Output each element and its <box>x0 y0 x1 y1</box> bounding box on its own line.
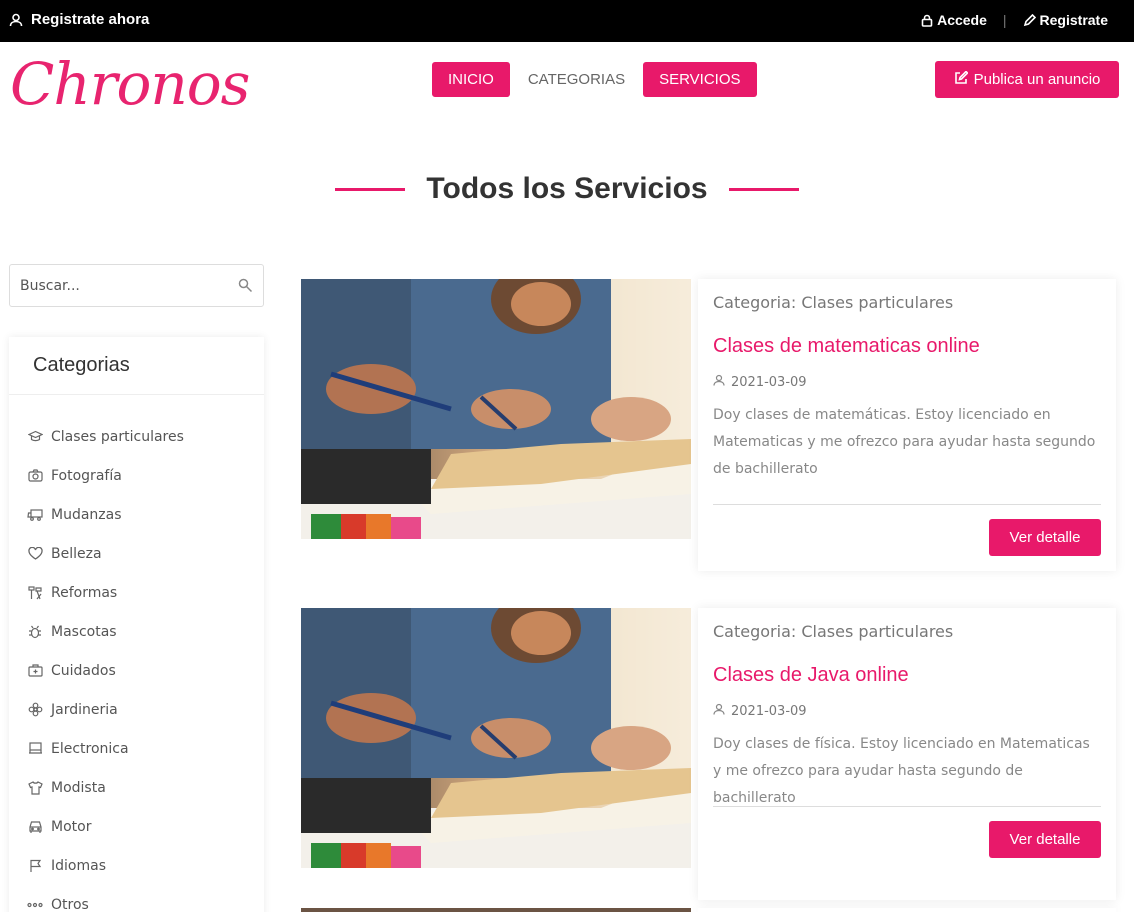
category-label: Belleza <box>51 545 102 562</box>
nav-servicios[interactable]: SERVICIOS <box>643 62 757 97</box>
category-electronica[interactable]: Electronica <box>9 729 264 768</box>
service-description: Doy clases de física. Estoy licenciado e… <box>713 736 1090 806</box>
top-bar: Registrate ahora Accede | Registrate <box>0 0 1134 42</box>
publish-ad-button[interactable]: Publica un anuncio <box>935 61 1119 98</box>
nav-categorias[interactable]: CATEGORIAS <box>510 62 643 97</box>
service-description: Doy clases de matemáticas. Estoy licenci… <box>713 407 1096 477</box>
category-fotografia[interactable]: Fotografía <box>9 456 264 495</box>
service-date: 2021-03-09 <box>713 374 1101 390</box>
service-title[interactable]: Clases de matematicas online <box>713 335 1101 358</box>
category-label: Modista <box>51 779 106 796</box>
pencil-icon <box>1023 13 1036 27</box>
register-now-label: Registrate ahora <box>31 11 150 28</box>
service-image[interactable] <box>301 608 691 868</box>
lock-icon <box>921 14 933 27</box>
title-decoration-right <box>728 187 799 191</box>
category-reformas[interactable]: Reformas <box>9 573 264 612</box>
search-icon[interactable] <box>227 278 263 293</box>
register-now-link[interactable]: Registrate ahora <box>9 11 149 28</box>
category-mudanzas[interactable]: Mudanzas <box>9 495 264 534</box>
categories-panel: Categorias Clases particulares Fotografí… <box>9 337 264 912</box>
category-label: Electronica <box>51 740 129 757</box>
category-clases-particulares[interactable]: Clases particulares <box>9 417 264 456</box>
divider <box>713 504 1101 505</box>
view-detail-button[interactable]: Ver detalle <box>989 821 1101 858</box>
title-decoration-left <box>335 187 406 191</box>
register-label: Registrate <box>1039 12 1108 28</box>
category-label: Clases particulares <box>51 428 184 445</box>
service-date-value: 2021-03-09 <box>731 374 807 390</box>
service-date-value: 2021-03-09 <box>731 703 807 719</box>
service-category: Categoria: Clases particulares <box>713 622 954 641</box>
category-label: Jardineria <box>51 701 118 718</box>
category-label: Mascotas <box>51 623 117 640</box>
monitor-icon <box>27 741 43 757</box>
category-belleza[interactable]: Belleza <box>9 534 264 573</box>
nav-inicio[interactable]: INICIO <box>432 62 510 97</box>
service-info: Categoria: Clases particulares Clases de… <box>698 608 1116 900</box>
tools-icon <box>27 585 43 601</box>
service-category: Categoria: Clases particulares <box>713 293 954 312</box>
user-icon <box>713 374 725 390</box>
logo-text: Chronos <box>10 50 250 118</box>
login-label: Accede <box>937 12 987 28</box>
category-label: Idiomas <box>51 857 106 874</box>
service-date: 2021-03-09 <box>713 703 1101 719</box>
service-image-partial <box>301 908 691 912</box>
graduation-cap-icon <box>27 429 43 445</box>
category-mascotas[interactable]: Mascotas <box>9 612 264 651</box>
category-label: Fotografía <box>51 467 122 484</box>
bug-icon <box>27 624 43 640</box>
heart-icon <box>27 546 43 562</box>
view-detail-button[interactable]: Ver detalle <box>989 519 1101 556</box>
logo[interactable]: Chronos <box>10 50 250 120</box>
first-aid-icon <box>27 663 43 679</box>
category-label: Motor <box>51 818 92 835</box>
categories-list: Clases particulares Fotografía Mudanzas … <box>9 395 264 912</box>
user-icon <box>9 13 23 27</box>
category-label: Reformas <box>51 584 118 601</box>
service-image[interactable] <box>301 279 691 539</box>
truck-icon <box>27 507 43 523</box>
page-title: Todos los Servicios <box>426 172 708 205</box>
service-card: Categoria: Clases particulares Clases de… <box>301 279 1116 572</box>
publish-ad-label: Publica un anuncio <box>973 71 1101 88</box>
divider <box>713 806 1101 807</box>
car-icon <box>27 819 43 835</box>
register-link[interactable]: Registrate <box>1023 12 1108 28</box>
flower-icon <box>27 702 43 718</box>
categories-title: Categorias <box>9 337 264 395</box>
category-label: Mudanzas <box>51 506 122 523</box>
separator: | <box>1002 12 1007 28</box>
login-link[interactable]: Accede <box>921 12 987 28</box>
account-links: Accede | Registrate <box>921 12 1108 28</box>
service-info: Categoria: Clases particulares Clases de… <box>698 279 1116 571</box>
category-jardineria[interactable]: Jardineria <box>9 690 264 729</box>
category-label: Cuidados <box>51 662 116 679</box>
user-icon <box>713 703 725 719</box>
main-nav: INICIO CATEGORIAS SERVICIOS <box>432 62 757 97</box>
category-label: Otros <box>51 896 89 912</box>
category-otros[interactable]: Otros <box>9 885 264 912</box>
service-card: Categoria: Clases particulares Clases de… <box>301 608 1116 901</box>
search-box <box>9 264 264 307</box>
flag-icon <box>27 858 43 874</box>
section-heading: Todos los Servicios <box>0 172 1134 206</box>
camera-icon <box>27 468 43 484</box>
category-cuidados[interactable]: Cuidados <box>9 651 264 690</box>
category-modista[interactable]: Modista <box>9 768 264 807</box>
service-info-partial <box>698 908 1116 912</box>
category-motor[interactable]: Motor <box>9 807 264 846</box>
search-input[interactable] <box>10 265 227 306</box>
service-title[interactable]: Clases de Java online <box>713 664 1101 687</box>
category-idiomas[interactable]: Idiomas <box>9 846 264 885</box>
dots-icon <box>27 897 43 912</box>
edit-icon <box>954 69 969 89</box>
shirt-icon <box>27 780 43 796</box>
